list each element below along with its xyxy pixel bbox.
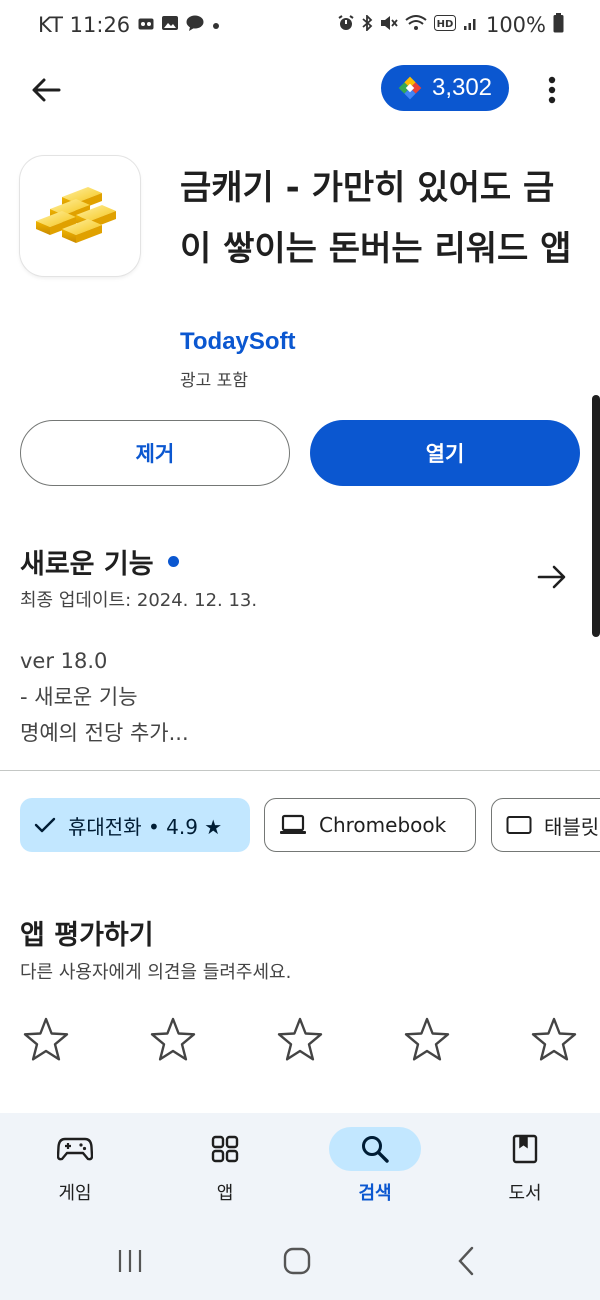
device-chip-chromebook[interactable]: Chromebook <box>264 798 476 852</box>
status-left: KT 11:26 <box>38 13 220 37</box>
bottom-navigation: 게임 앱 검색 도서 <box>0 1113 600 1225</box>
whats-new-arrow-button[interactable] <box>530 555 574 599</box>
nav-label: 앱 <box>216 1183 234 1204</box>
status-right: HD 100% <box>338 13 564 37</box>
rate-app-subtitle: 다른 사용자에게 의견을 들려주세요. <box>20 962 292 983</box>
star-outline-icon <box>404 1017 450 1061</box>
star-outline-icon <box>531 1017 577 1061</box>
rating-star-5[interactable] <box>529 1014 579 1064</box>
gold-bars-icon <box>36 187 116 243</box>
book-icon <box>512 1134 538 1164</box>
rate-app-title: 앱 평가하기 <box>20 920 154 951</box>
app-title: 금캐기 - 가만히 있어도 금이 쌓이는 돈버는 리워드 앱 <box>180 168 572 269</box>
device-chip-label: Chromebook <box>319 813 447 837</box>
device-chip-label: 휴대전화 • 4.9 ★ <box>68 814 223 839</box>
apps-grid-icon <box>211 1135 239 1163</box>
arrow-back-icon <box>32 78 61 102</box>
section-divider <box>0 770 600 771</box>
new-indicator-dot <box>167 556 179 567</box>
device-chip-label: 태블릿 <box>544 814 600 839</box>
release-note-line: 명예의 전당 추가... <box>20 721 189 745</box>
release-notes: ver 18.0 - 새로운 기능 명예의 전당 추가... <box>20 643 189 751</box>
status-bar: KT 11:26 HD 100% <box>0 0 600 54</box>
gallery-icon <box>162 16 179 34</box>
whats-new-heading: 새로운 기능 <box>20 542 179 581</box>
open-button[interactable]: 열기 <box>310 420 580 486</box>
release-note-line: - 새로운 기능 <box>20 685 138 709</box>
search-icon <box>362 1136 389 1163</box>
hd-icon: HD <box>433 15 456 35</box>
rating-star-2[interactable] <box>148 1014 198 1064</box>
alarm-icon <box>338 15 354 35</box>
developer-link[interactable]: TodaySoft <box>180 328 296 356</box>
arrow-forward-icon <box>537 565 566 589</box>
chevron-left-icon <box>458 1246 474 1276</box>
app-icon <box>20 156 140 276</box>
home-button[interactable] <box>267 1239 327 1283</box>
back-button[interactable] <box>22 66 70 114</box>
tablet-icon <box>506 816 532 834</box>
signal-icon <box>463 15 479 35</box>
battery-icon <box>553 13 564 37</box>
more-options-button[interactable] <box>534 66 570 114</box>
star-outline-icon <box>277 1017 323 1061</box>
gamepad-icon <box>57 1137 93 1161</box>
wifi-icon <box>405 15 427 35</box>
whats-new-title: 새로운 기능 <box>20 549 154 580</box>
nav-games[interactable]: 게임 <box>15 1113 135 1225</box>
star-outline-icon <box>150 1017 196 1061</box>
nav-label: 게임 <box>58 1183 92 1204</box>
nav-apps[interactable]: 앱 <box>165 1113 285 1225</box>
points-value: 3,302 <box>431 74 493 101</box>
contains-ads-note: 광고 포함 <box>180 371 248 391</box>
system-navigation-bar <box>0 1225 600 1300</box>
play-points-diamond-icon <box>398 76 422 100</box>
nav-label: 도서 <box>508 1183 542 1204</box>
dot-icon <box>212 16 220 34</box>
play-points-button[interactable]: 3,302 <box>381 65 509 111</box>
scrollbar[interactable] <box>592 395 600 637</box>
nav-books[interactable]: 도서 <box>465 1113 585 1225</box>
recent-apps-button[interactable] <box>100 1239 160 1283</box>
check-icon <box>34 817 56 833</box>
recent-apps-icon <box>118 1250 142 1272</box>
svg-text:HD: HD <box>437 19 454 30</box>
device-chip-phone[interactable]: 휴대전화 • 4.9 ★ <box>20 798 250 852</box>
rating-star-4[interactable] <box>402 1014 452 1064</box>
mute-icon <box>380 15 398 35</box>
release-note-line: ver 18.0 <box>20 649 108 673</box>
battery-level: 100% <box>485 13 546 37</box>
uninstall-button[interactable]: 제거 <box>20 420 290 486</box>
bluetooth-icon <box>361 13 373 35</box>
star-outline-icon <box>23 1017 69 1061</box>
carrier-time: KT 11:26 <box>38 13 131 37</box>
nav-label: 검색 <box>358 1183 392 1204</box>
rating-star-1[interactable] <box>21 1014 71 1064</box>
device-chip-tablet[interactable]: 태블릿 <box>491 798 600 852</box>
laptop-icon <box>280 814 306 834</box>
more-vert-icon <box>548 76 556 104</box>
nav-search[interactable]: 검색 <box>315 1113 435 1225</box>
home-icon <box>283 1247 311 1275</box>
voicemail-icon <box>138 16 154 34</box>
last-updated: 최종 업데이트: 2024. 12. 13. <box>20 590 258 611</box>
system-back-button[interactable] <box>436 1239 496 1283</box>
messenger-icon <box>186 15 204 35</box>
rating-star-3[interactable] <box>275 1014 325 1064</box>
